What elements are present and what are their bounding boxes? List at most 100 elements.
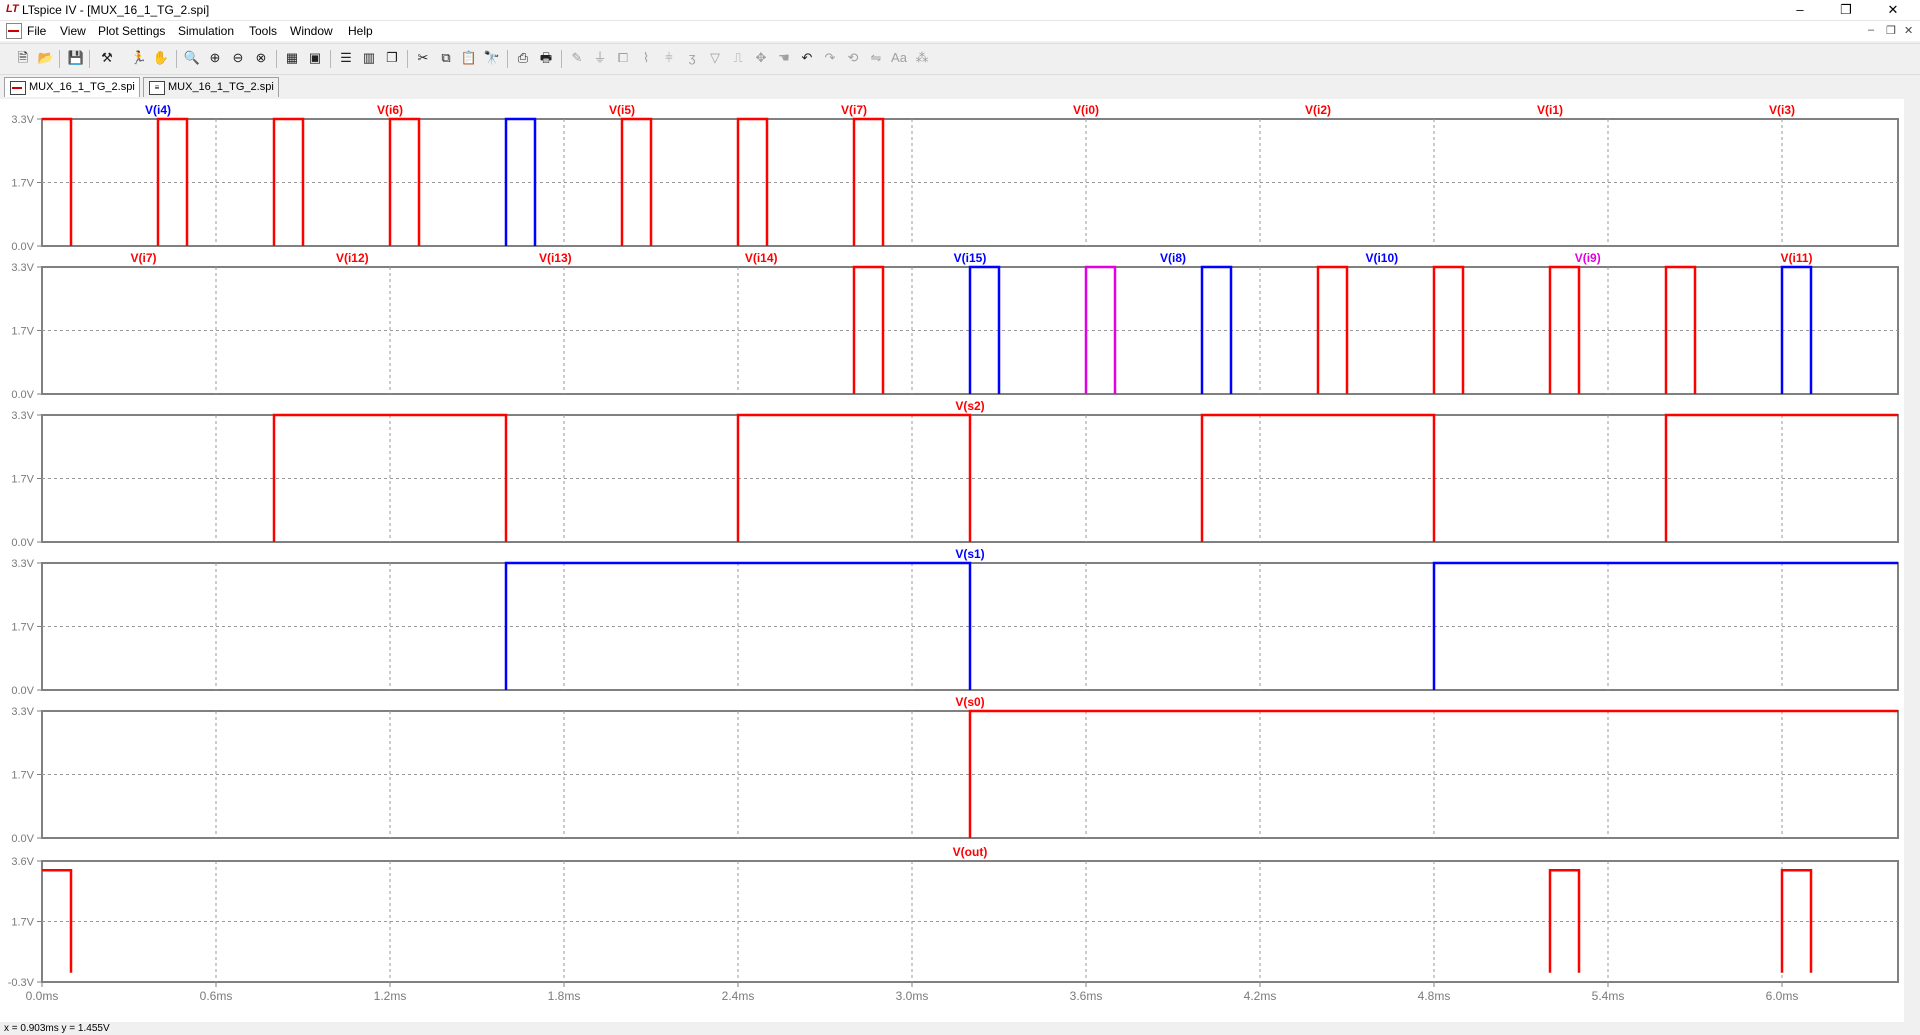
- x-tick-label: 6.0ms: [1766, 989, 1799, 1003]
- toolbar: 🗎 📂 💾 ⚒ 🏃 ✋ 🔍 ⊕ ⊖ ⊗ ▦ ▣ ☰ ▥ ❐ ✂ ⧉ 📋 🔭 ⎙ …: [0, 43, 1920, 75]
- zoom-out-icon[interactable]: ⊖: [229, 49, 247, 67]
- trace-label: V(i1): [1537, 103, 1563, 117]
- autorange-icon[interactable]: ▦: [283, 49, 301, 67]
- copy-icon[interactable]: ⧉: [437, 49, 455, 67]
- resistor-icon[interactable]: ⌇: [637, 49, 655, 67]
- menu-window[interactable]: Window: [290, 24, 333, 38]
- x-tick-label: 5.4ms: [1592, 989, 1625, 1003]
- tab-waveform[interactable]: MUX_16_1_TG_2.spi: [4, 77, 140, 97]
- y-tick-label: 0.0V: [11, 241, 34, 253]
- redo-icon[interactable]: ↷: [821, 49, 839, 67]
- halt-icon[interactable]: ✋: [152, 49, 170, 67]
- zoom-box-icon[interactable]: ⊕: [206, 49, 224, 67]
- tab-label: MUX_16_1_TG_2.spi: [29, 81, 135, 93]
- minimize-button[interactable]: –: [1777, 0, 1823, 20]
- netlist-icon: ≡: [149, 81, 165, 95]
- run-icon[interactable]: 🏃: [130, 49, 148, 67]
- menu-file[interactable]: File: [27, 24, 46, 38]
- title-bar: LT LTspice IV - [MUX_16_1_TG_2.spi] – ❐ …: [0, 0, 1920, 21]
- save-icon[interactable]: 💾: [67, 49, 85, 67]
- ltspice-logo-icon: LT: [6, 3, 19, 15]
- print-icon[interactable]: 🖶: [537, 49, 555, 67]
- trace-label: V(s0): [955, 695, 984, 709]
- y-tick-label: 0.0V: [11, 537, 34, 549]
- menu-help[interactable]: Help: [348, 24, 373, 38]
- wire-icon[interactable]: ✎: [568, 49, 586, 67]
- y-tick-label: 1.7V: [11, 474, 34, 486]
- component-icon[interactable]: ⎍: [729, 49, 747, 67]
- y-tick-label: 1.7V: [11, 917, 34, 929]
- cut-icon[interactable]: ✂: [414, 49, 432, 67]
- trace-label: V(i9): [1575, 251, 1601, 265]
- mdi-restore-button[interactable]: ❐: [1886, 24, 1896, 37]
- menu-view[interactable]: View: [60, 24, 86, 38]
- y-tick-label: 3.6V: [11, 856, 34, 868]
- spice-directive-icon[interactable]: ⁂: [913, 49, 931, 67]
- x-tick-label: 3.6ms: [1070, 989, 1103, 1003]
- y-tick-label: 1.7V: [11, 622, 34, 634]
- rotate-icon[interactable]: ⟲: [844, 49, 862, 67]
- print-preview-icon[interactable]: ⎙: [514, 49, 532, 67]
- autoscale-icon[interactable]: ▣: [306, 49, 324, 67]
- trace-label: V(i3): [1769, 103, 1795, 117]
- y-tick-label: 3.3V: [11, 262, 34, 274]
- trace-label: V(i10): [1365, 251, 1398, 265]
- ground-icon[interactable]: ⏚: [591, 49, 609, 67]
- capacitor-icon[interactable]: ⫩: [660, 49, 678, 67]
- trace-label: V(i15): [954, 251, 987, 265]
- trace-label: V(i13): [539, 251, 572, 265]
- label-icon[interactable]: ⧠: [614, 49, 632, 67]
- y-tick-label: 1.7V: [11, 178, 34, 190]
- y-tick-label: -0.3V: [8, 977, 35, 989]
- close-button[interactable]: ✕: [1870, 0, 1916, 20]
- trace-label: V(i8): [1160, 251, 1186, 265]
- trace-label: V(i12): [336, 251, 369, 265]
- tile-vertical-icon[interactable]: ▥: [360, 49, 378, 67]
- diode-icon[interactable]: ▽: [706, 49, 724, 67]
- x-tick-label: 1.8ms: [548, 989, 581, 1003]
- mdi-minimize-button[interactable]: –: [1868, 24, 1874, 36]
- mirror-icon[interactable]: ⇋: [867, 49, 885, 67]
- move-icon[interactable]: ✥: [752, 49, 770, 67]
- vertical-scrollbar[interactable]: [1904, 99, 1920, 1022]
- zoom-in-icon[interactable]: 🔍: [183, 49, 201, 67]
- control-panel-icon[interactable]: ⚒: [98, 49, 116, 67]
- schematic-icon[interactable]: 🗎: [14, 49, 32, 67]
- x-tick-label: 0.0ms: [26, 989, 59, 1003]
- drag-icon[interactable]: ☚: [775, 49, 793, 67]
- find-icon[interactable]: 🔭: [483, 49, 501, 67]
- window-title: LTspice IV - [MUX_16_1_TG_2.spi]: [22, 3, 210, 17]
- tile-horizontal-icon[interactable]: ☰: [337, 49, 355, 67]
- open-icon[interactable]: 📂: [37, 49, 55, 67]
- trace-label: V(i11): [1780, 251, 1812, 265]
- trace-label: V(i5): [609, 103, 635, 117]
- tab-netlist[interactable]: ≡ MUX_16_1_TG_2.spi: [143, 77, 279, 97]
- cursor-readout: x = 0.903ms y = 1.455V: [4, 1023, 110, 1034]
- maximize-button[interactable]: ❐: [1823, 0, 1869, 20]
- trace-label: V(out): [953, 845, 988, 859]
- trace-label: V(s2): [955, 399, 984, 413]
- y-tick-label: 3.3V: [11, 114, 34, 126]
- trace-label: V(i7): [130, 251, 156, 265]
- paste-icon[interactable]: 📋: [460, 49, 478, 67]
- waveform-icon: [10, 81, 26, 95]
- mdi-close-button[interactable]: ✕: [1904, 24, 1913, 37]
- trace-label: V(i14): [745, 251, 778, 265]
- text-icon[interactable]: Aa: [890, 49, 908, 67]
- trace-label: V(i7): [841, 103, 867, 117]
- inductor-icon[interactable]: ʒ: [683, 49, 701, 67]
- menu-tools[interactable]: Tools: [249, 24, 277, 38]
- y-tick-label: 1.7V: [11, 326, 34, 338]
- waveform-plot[interactable]: 3.3V 1.7V 0.0V V(i4) V(i6) V(i5) V(i7) V(i0) V(i…: [0, 99, 1904, 1022]
- zoom-full-icon[interactable]: ⊗: [252, 49, 270, 67]
- waveform-viewer[interactable]: 3.3V 1.7V 0.0V V(i4) V(i6) V(i5) V(i7) V(i0) V(i…: [0, 99, 1920, 1022]
- y-tick-label: 3.3V: [11, 558, 34, 570]
- menu-plot-settings[interactable]: Plot Settings: [98, 24, 165, 38]
- trace-label: V(i6): [377, 103, 403, 117]
- undo-icon[interactable]: ↶: [798, 49, 816, 67]
- x-tick-label: 1.2ms: [374, 989, 407, 1003]
- cascade-icon[interactable]: ❐: [383, 49, 401, 67]
- document-menu-icon[interactable]: [6, 23, 22, 39]
- menu-simulation[interactable]: Simulation: [178, 24, 234, 38]
- y-tick-label: 3.3V: [11, 706, 34, 718]
